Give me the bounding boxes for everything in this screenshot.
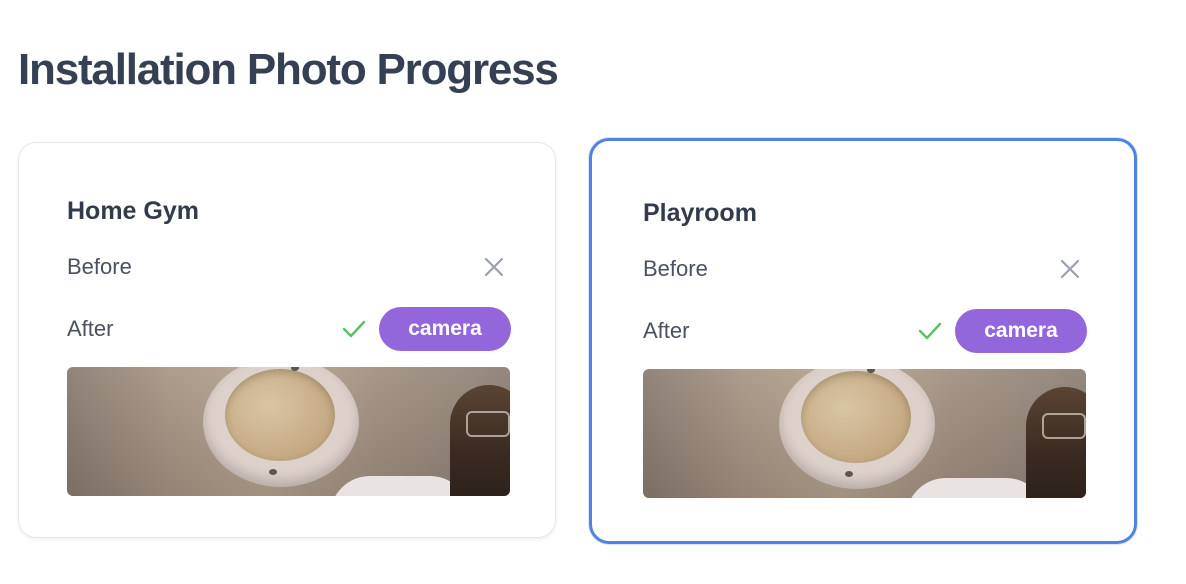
camera-button[interactable]: camera bbox=[379, 307, 511, 351]
person bbox=[1026, 387, 1086, 498]
card-title: Home Gym bbox=[67, 197, 199, 225]
before-row: Before bbox=[67, 245, 511, 289]
camera-button[interactable]: camera bbox=[955, 309, 1087, 353]
page-title: Installation Photo Progress bbox=[18, 45, 559, 94]
check-icon bbox=[918, 322, 942, 340]
after-label: After bbox=[643, 318, 690, 343]
check-icon bbox=[342, 320, 366, 338]
person bbox=[450, 385, 510, 496]
after-label: After bbox=[67, 316, 114, 341]
after-row: After camera bbox=[67, 307, 511, 351]
room-card-playroom[interactable]: Playroom Before After camera bbox=[589, 138, 1137, 544]
x-icon bbox=[1060, 259, 1080, 279]
card-title: Playroom bbox=[643, 199, 757, 227]
before-label: Before bbox=[67, 254, 132, 279]
room-card-home-gym[interactable]: Home Gym Before After camera bbox=[18, 142, 556, 538]
before-label: Before bbox=[643, 256, 708, 281]
after-photo[interactable] bbox=[643, 369, 1086, 498]
after-photo[interactable] bbox=[67, 367, 510, 496]
x-icon bbox=[484, 257, 504, 277]
after-row: After camera bbox=[643, 309, 1087, 353]
before-row: Before bbox=[643, 247, 1087, 291]
